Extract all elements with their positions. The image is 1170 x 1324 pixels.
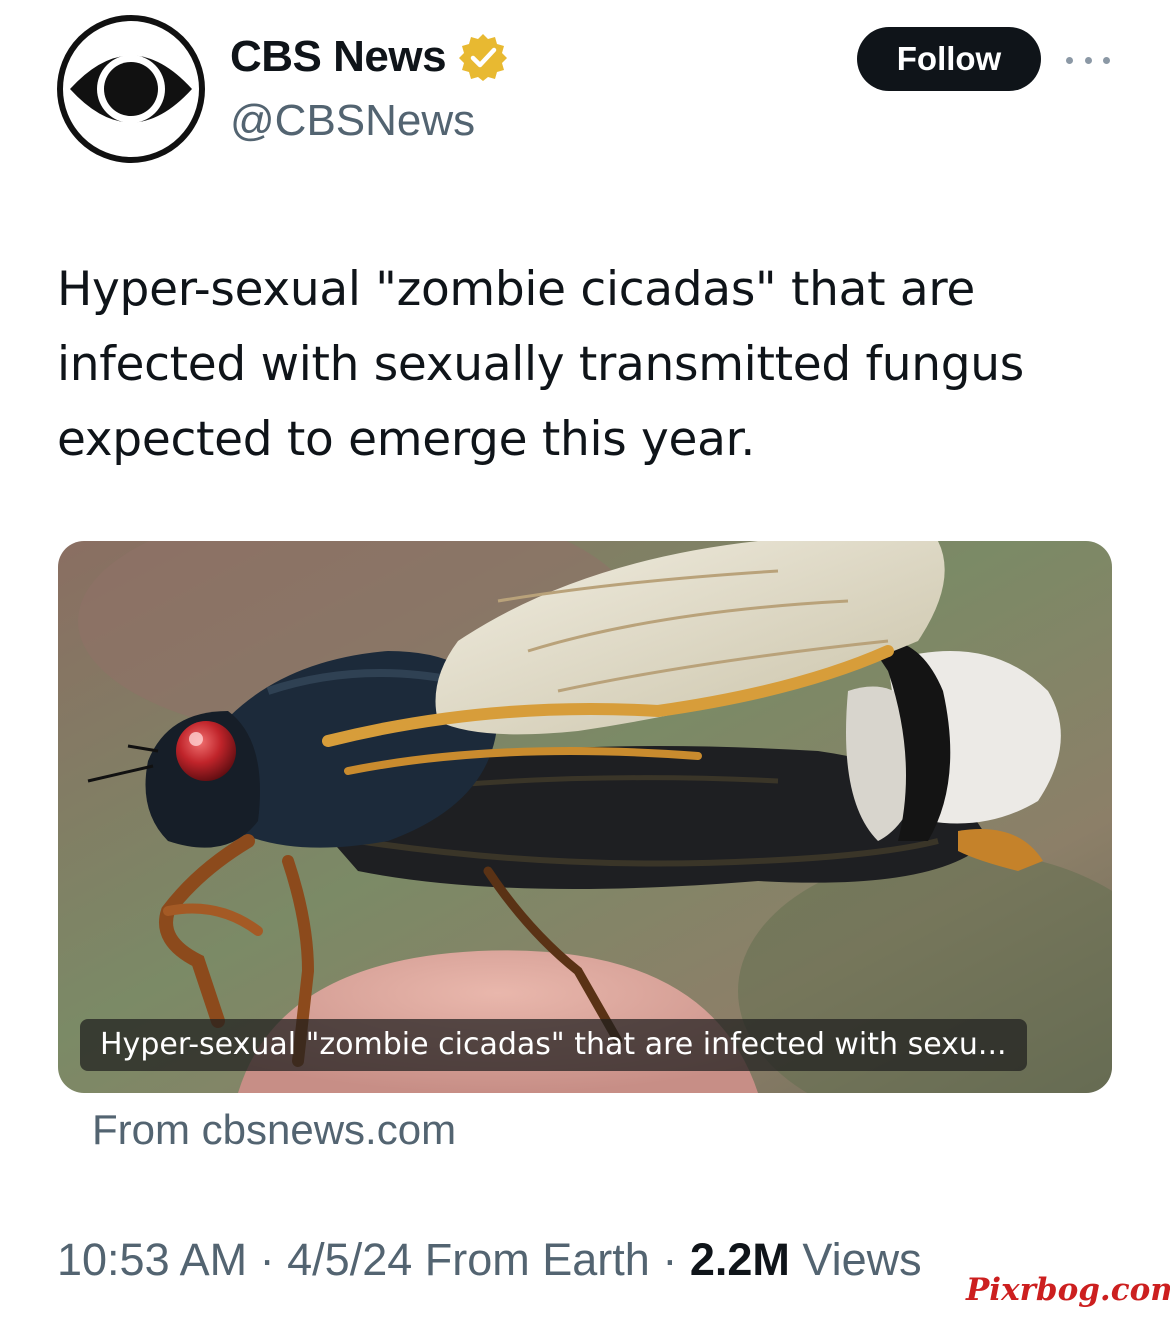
tweet-time[interactable]: 10:53 AM (57, 1234, 247, 1285)
watermark: Pixrbog.com (966, 1272, 1170, 1308)
source-link[interactable]: From cbsnews.com (92, 1106, 456, 1154)
cbs-eye-logo-icon (56, 14, 206, 164)
author-handle[interactable]: @CBSNews (230, 96, 475, 146)
author-display-name[interactable]: CBS News (230, 32, 447, 82)
views-count[interactable]: 2.2M (690, 1234, 790, 1285)
dot (1084, 56, 1092, 64)
card-caption: Hyper-sexual "zombie cicadas" that are i… (80, 1019, 1027, 1071)
meta-separator: · (247, 1234, 288, 1285)
views-label: Views (802, 1234, 922, 1285)
link-card[interactable]: Hyper-sexual "zombie cicadas" that are i… (58, 541, 1112, 1093)
tweet-meta: 10:53 AM · 4/5/24 From Earth · 2.2M View… (57, 1234, 922, 1286)
tweet-date[interactable]: 4/5/24 (287, 1234, 412, 1285)
cicada-photo (58, 541, 1112, 1093)
meta-separator: · (649, 1234, 690, 1285)
dot (1103, 56, 1110, 64)
dot (1066, 56, 1073, 64)
tweet-origin: From Earth (424, 1234, 650, 1285)
more-dots-icon[interactable] (1066, 48, 1110, 72)
verified-badge-icon (458, 32, 508, 82)
follow-button[interactable]: Follow (857, 27, 1041, 91)
tweet-text: Hyper-sexual "zombie cicadas" that are i… (57, 262, 1024, 467)
author-name-row[interactable]: CBS News (230, 32, 508, 82)
avatar[interactable] (56, 14, 206, 164)
